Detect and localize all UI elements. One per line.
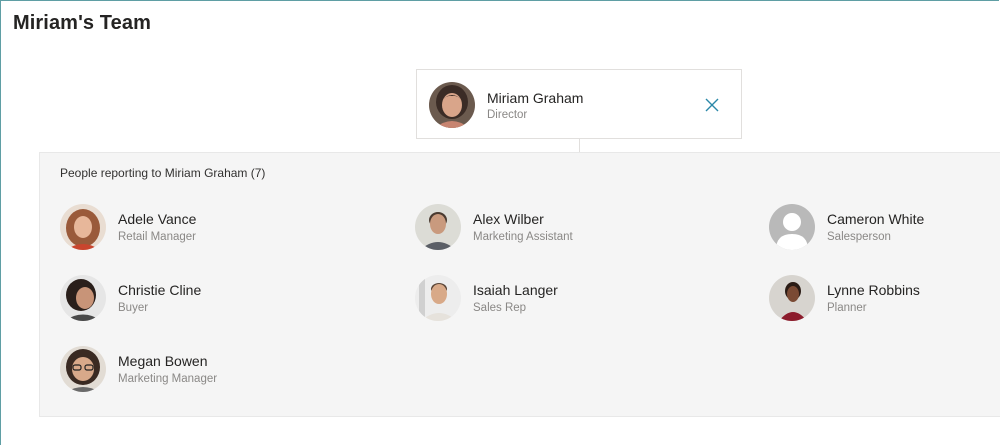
person-avatar [415,275,461,321]
report-megan-bowen[interactable]: Megan Bowen Marketing Manager [60,346,360,394]
reports-heading: People reporting to Miriam Graham (7) [60,166,266,180]
person-role: Sales Rep [473,302,527,314]
manager-name: Miriam Graham [487,90,584,106]
manager-role: Director [487,109,528,121]
report-lynne-robbins[interactable]: Lynne Robbins Planner [769,275,1000,323]
report-isaiah-langer[interactable]: Isaiah Langer Sales Rep [415,275,715,323]
manager-card[interactable]: Miriam Graham Director [416,69,742,139]
manager-avatar [429,82,475,128]
report-alex-wilber[interactable]: Alex Wilber Marketing Assistant [415,204,715,252]
person-avatar [60,346,106,392]
person-placeholder-avatar [769,204,815,250]
person-role: Buyer [118,302,149,314]
person-role: Marketing Manager [118,373,218,385]
reports-panel: People reporting to Miriam Graham (7) Ad… [39,152,1000,417]
report-christie-cline[interactable]: Christie Cline Buyer [60,275,360,323]
team-view: Miriam's Team Miriam Graham Director Peo… [0,0,1000,445]
person-avatar [415,204,461,250]
person-avatar [60,204,106,250]
person-name: Cameron White [827,211,925,227]
person-role: Marketing Assistant [473,231,573,243]
person-name: Lynne Robbins [827,282,920,298]
close-icon [705,98,719,112]
person-avatar [769,275,815,321]
person-role: Planner [827,302,867,314]
person-name: Christie Cline [118,282,202,298]
close-button[interactable] [701,94,723,116]
report-cameron-white[interactable]: Cameron White Salesperson [769,204,1000,252]
person-name: Alex Wilber [473,211,544,227]
person-avatar [60,275,106,321]
report-adele-vance[interactable]: Adele Vance Retail Manager [60,204,360,252]
person-role: Retail Manager [118,231,196,243]
page-title: Miriam's Team [13,12,151,34]
person-name: Isaiah Langer [473,282,558,298]
person-role: Salesperson [827,231,891,243]
person-name: Megan Bowen [118,353,208,369]
org-connector-line [579,139,580,152]
person-name: Adele Vance [118,211,197,227]
